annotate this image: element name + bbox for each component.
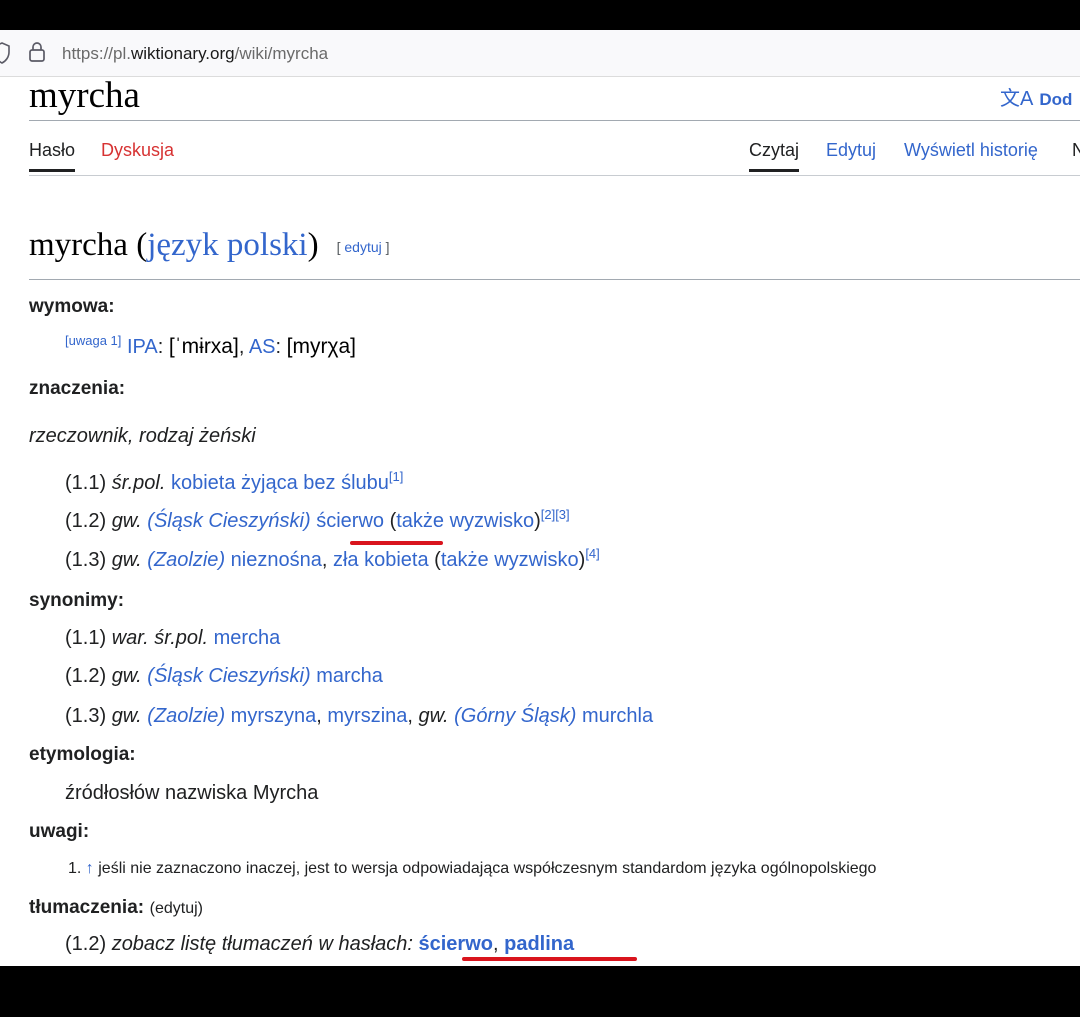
meaning-1-2: (1.2) gw. (Śląsk Cieszyński) ścierwo (ta… <box>65 507 570 532</box>
translation-link-scierwo[interactable]: ścierwo <box>419 933 493 955</box>
note-1: 1. ↑ jeśli nie zaznaczono inaczej, jest … <box>68 860 877 877</box>
meaning-link[interactable]: zła kobieta <box>333 549 429 571</box>
pronunciation-line: [uwaga 1] IPA: [ˈmɨrxa], AS: [myrχa] <box>65 333 357 358</box>
translations-heading: tłumaczenia: (edytuj) <box>29 897 204 918</box>
ipa-value: [ˈmɨrxa] <box>168 335 239 358</box>
meaning-1-3: (1.3) gw. (Zaolzie) nieznośna, zła kobie… <box>65 546 600 571</box>
tab-edytuj[interactable]: Edytuj <box>826 140 876 161</box>
note-backlink[interactable]: ↑ <box>86 860 94 877</box>
tab-czytaj[interactable]: Czytaj <box>749 140 800 172</box>
tabs-divider <box>29 175 1080 176</box>
ipa-link[interactable]: IPA <box>127 336 158 358</box>
tab-more[interactable]: N <box>1072 140 1080 161</box>
red-annotation-underline <box>462 957 637 961</box>
pronunciation-label: wymowa: <box>29 296 115 317</box>
meaning-link[interactable]: kobieta żyjąca bez ślubu <box>171 472 389 494</box>
meanings-label: znaczenia: <box>29 378 126 399</box>
also-link[interactable]: także wyzwisko <box>396 510 534 532</box>
page-title: myrcha <box>29 75 140 116</box>
synonym-link[interactable]: murchla <box>582 705 653 727</box>
section-divider <box>29 279 1080 280</box>
synonym-link[interactable]: marcha <box>316 665 383 687</box>
ref-link[interactable]: [4] <box>585 546 599 561</box>
as-link[interactable]: AS <box>249 336 276 358</box>
url-text[interactable]: https://pl.wiktionary.org/wiki/myrcha <box>62 44 328 64</box>
pron-note-link[interactable]: [uwaga 1] <box>65 333 121 348</box>
title-divider <box>29 120 1080 121</box>
synonym-link[interactable]: myrszyna <box>231 705 317 727</box>
also-link[interactable]: także wyzwisko <box>441 549 579 571</box>
translations-edit-link[interactable]: (edytuj) <box>150 900 203 917</box>
translate-icon: 文A <box>1000 88 1034 110</box>
ref-link[interactable]: [1] <box>389 469 403 484</box>
section-heading: myrcha (język polski)[ edytuj ] <box>29 227 390 263</box>
synonym-1-3: (1.3) gw. (Zaolzie) myrszyna, myrszina, … <box>65 705 654 727</box>
language-link[interactable]: język polski <box>147 227 307 263</box>
shield-icon[interactable] <box>0 42 10 69</box>
region-link[interactable]: Górny Śląsk <box>461 705 570 727</box>
region-link[interactable]: Zaolzie <box>154 549 218 571</box>
tab-haslo[interactable]: Hasło <box>29 140 76 172</box>
ref-link[interactable]: [2][3] <box>541 507 570 522</box>
synonym-1-1: (1.1) war. śr.pol. mercha <box>65 627 281 649</box>
synonym-1-2: (1.2) gw. (Śląsk Cieszyński) marcha <box>65 665 383 687</box>
section-edit: [ edytuj ] <box>336 239 390 256</box>
synonym-link[interactable]: myrszina <box>327 705 407 727</box>
region-link[interactable]: Zaolzie <box>154 705 218 727</box>
translation-line: (1.2) zobacz listę tłumaczeń w hasłach: … <box>65 933 575 955</box>
part-of-speech: rzeczownik, rodzaj żeński <box>29 425 256 447</box>
tab-historia[interactable]: Wyświetl historię <box>904 140 1038 161</box>
translation-link-padlina[interactable]: padlina <box>504 933 574 955</box>
tab-dyskusja[interactable]: Dyskusja <box>101 140 174 161</box>
synonyms-label: synonimy: <box>29 590 125 611</box>
language-button[interactable]: 文A Dod <box>1000 82 1072 111</box>
meaning-link-scierwo[interactable]: ścierwo <box>316 510 384 532</box>
region-link[interactable]: Śląsk Cieszyński <box>154 665 304 687</box>
meaning-link[interactable]: nieznośna <box>231 549 322 571</box>
section-edit-link[interactable]: edytuj <box>344 239 381 255</box>
etymology-text: źródłosłów nazwiska Myrcha <box>65 782 319 804</box>
etymology-label: etymologia: <box>29 744 136 765</box>
region-link[interactable]: Śląsk Cieszyński <box>154 510 304 532</box>
address-bar[interactable]: https://pl.wiktionary.org/wiki/myrcha <box>0 30 1080 77</box>
notes-label: uwagi: <box>29 821 90 842</box>
browser-screen: https://pl.wiktionary.org/wiki/myrcha my… <box>0 30 1080 966</box>
headword: myrcha <box>29 227 128 263</box>
red-annotation-underline <box>350 541 443 545</box>
as-value: [myrχa] <box>286 335 357 358</box>
meaning-1-1: (1.1) śr.pol. kobieta żyjąca bez ślubu[1… <box>65 469 404 494</box>
synonym-link[interactable]: mercha <box>214 627 281 649</box>
lock-icon[interactable] <box>28 41 46 68</box>
